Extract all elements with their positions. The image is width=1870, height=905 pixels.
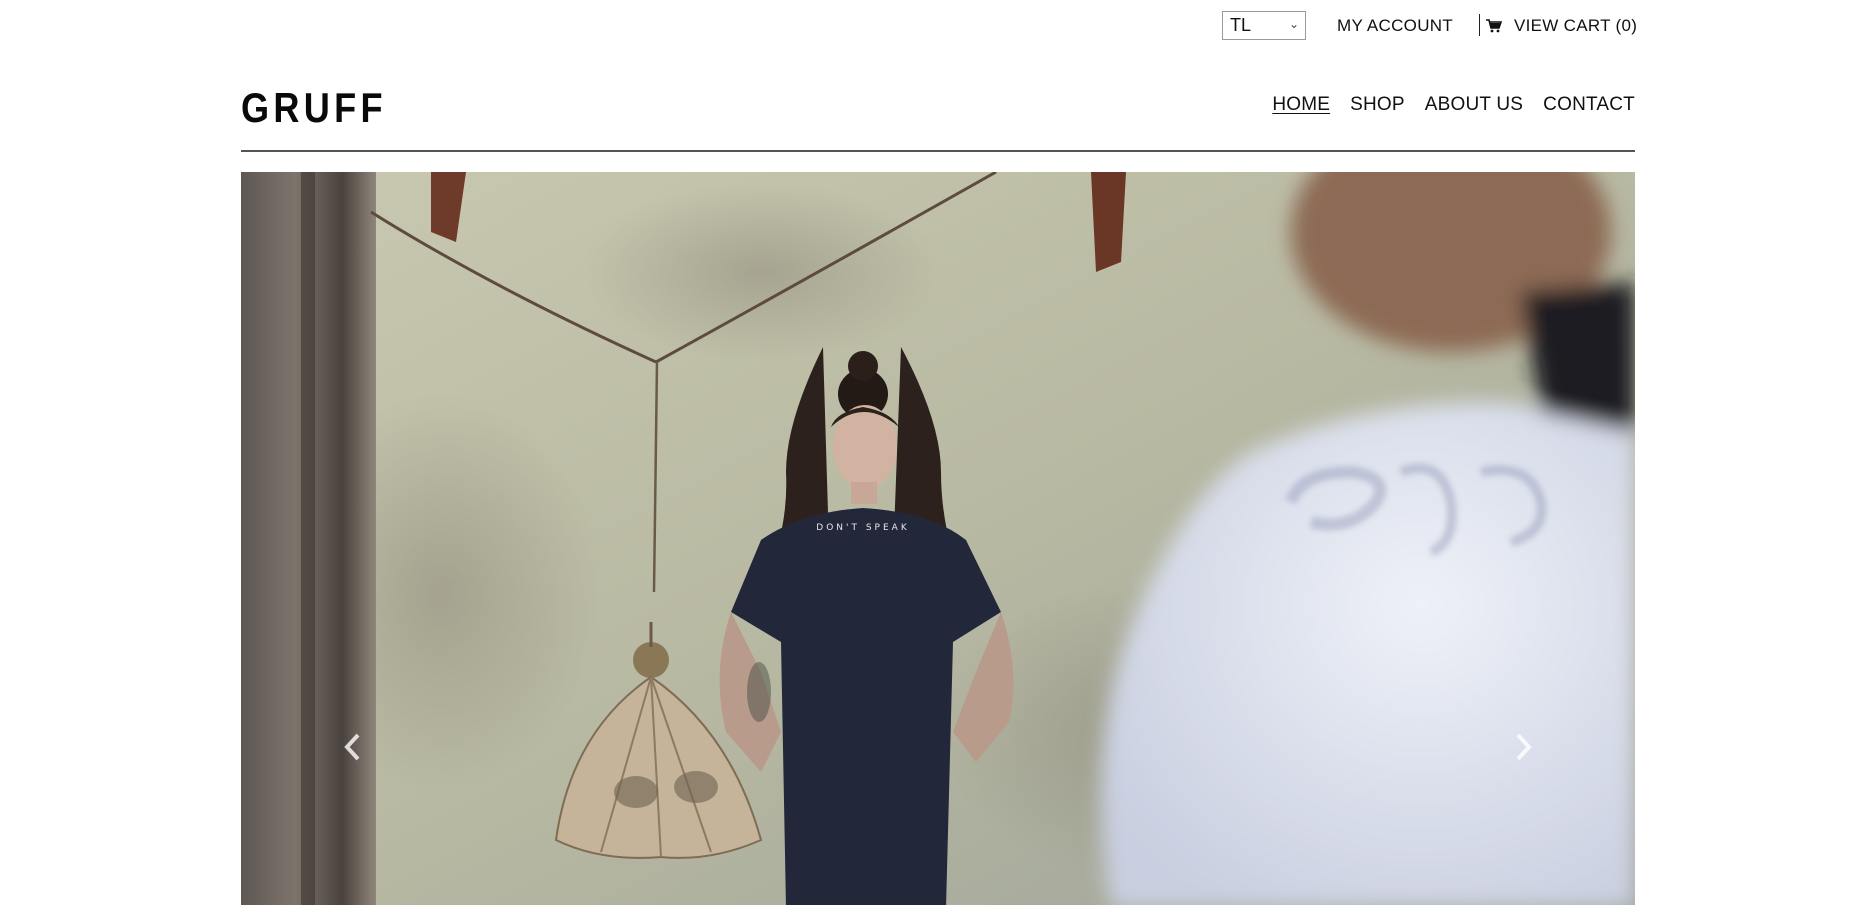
cart-icon bbox=[1486, 19, 1502, 33]
nav-item-shop[interactable]: SHOP bbox=[1350, 94, 1405, 116]
hero-slider: DON'T SPEAK bbox=[241, 172, 1635, 905]
utility-divider bbox=[1479, 14, 1480, 36]
nav-item-about-us[interactable]: ABOUT US bbox=[1425, 94, 1523, 116]
currency-select[interactable]: TL ⌄ bbox=[1222, 11, 1306, 40]
header-divider bbox=[241, 150, 1635, 152]
view-cart-link[interactable]: VIEW CART (0) bbox=[1486, 16, 1637, 36]
nav-item-contact[interactable]: CONTACT bbox=[1543, 94, 1635, 116]
currency-value: TL bbox=[1230, 15, 1252, 35]
hero-image: DON'T SPEAK bbox=[241, 172, 1635, 905]
main-nav: HOME SHOP ABOUT US CONTACT bbox=[1272, 94, 1635, 116]
site-logo[interactable]: GRUFF bbox=[241, 87, 387, 129]
utility-bar: TL ⌄ MY ACCOUNT VIEW CART (0) bbox=[0, 10, 1870, 42]
view-cart-label: VIEW CART (0) bbox=[1514, 16, 1638, 35]
my-account-link[interactable]: MY ACCOUNT bbox=[1337, 16, 1453, 36]
chevron-down-icon: ⌄ bbox=[1288, 17, 1299, 31]
chevron-right-icon[interactable] bbox=[1508, 727, 1538, 767]
shirt-print: DON'T SPEAK bbox=[816, 523, 909, 533]
chevron-left-icon[interactable] bbox=[338, 727, 368, 767]
nav-item-home[interactable]: HOME bbox=[1272, 94, 1330, 116]
